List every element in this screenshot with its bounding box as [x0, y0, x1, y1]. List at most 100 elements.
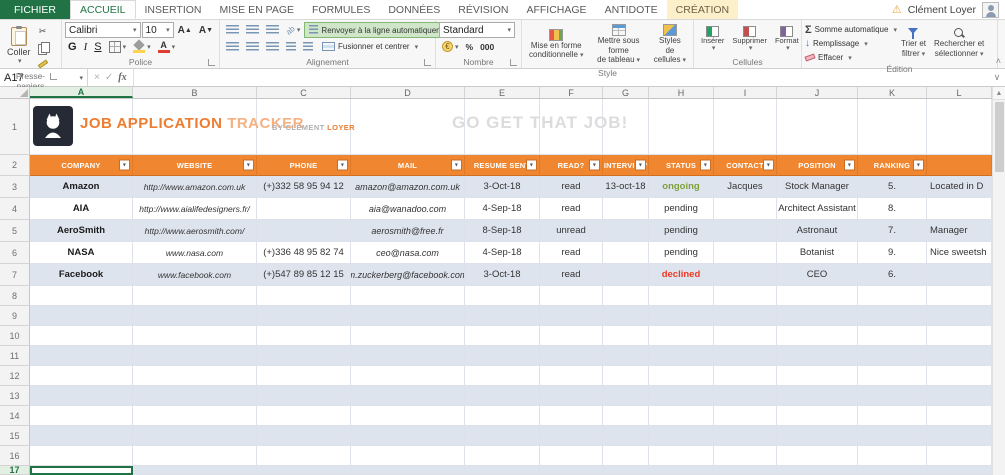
- column-header-D[interactable]: D: [351, 87, 465, 98]
- cell-F13[interactable]: [540, 386, 603, 406]
- cell-E4[interactable]: 4-Sep-18: [465, 198, 540, 220]
- cell-B11[interactable]: [133, 346, 257, 366]
- cell-K13[interactable]: [858, 386, 927, 406]
- filter-icon[interactable]: ▾: [589, 159, 600, 171]
- cell-D7[interactable]: m.zuckerberg@facebook.com: [351, 264, 465, 286]
- borders-button[interactable]: ▾: [106, 39, 130, 54]
- cell-A13[interactable]: [30, 386, 133, 406]
- cell-L11[interactable]: [927, 346, 992, 366]
- cell-F1[interactable]: [540, 99, 603, 155]
- header-cell-mail[interactable]: MAIL ▾: [351, 155, 465, 176]
- cell-H13[interactable]: [649, 386, 714, 406]
- cell-D17[interactable]: [351, 466, 465, 475]
- cell-I4[interactable]: [714, 198, 777, 220]
- cell-E12[interactable]: [465, 366, 540, 386]
- cell-J6[interactable]: Botanist: [777, 242, 858, 264]
- cell-L17[interactable]: [927, 466, 992, 475]
- user-name[interactable]: Clément Loyer: [908, 4, 976, 16]
- cell-C12[interactable]: [257, 366, 351, 386]
- cell-F15[interactable]: [540, 426, 603, 446]
- currency-button[interactable]: € ▾: [439, 39, 462, 54]
- tab-affichage[interactable]: AFFICHAGE: [517, 0, 595, 19]
- cell-L8[interactable]: [927, 286, 992, 306]
- cell-F4[interactable]: read: [540, 198, 603, 220]
- cell-K17[interactable]: [858, 466, 927, 475]
- insert-cells-button[interactable]: Insérer ▾: [697, 22, 728, 57]
- clear-button[interactable]: Effacer ▾: [804, 51, 897, 64]
- filter-icon[interactable]: ▾: [243, 159, 254, 171]
- cell-J17[interactable]: [777, 466, 858, 475]
- cell-I3[interactable]: Jacques: [714, 176, 777, 198]
- cell-A1[interactable]: [30, 99, 133, 155]
- scrollbar-thumb[interactable]: [995, 102, 1004, 172]
- cell-F14[interactable]: [540, 406, 603, 426]
- format-painter-button[interactable]: [35, 56, 51, 71]
- cell-C17[interactable]: [257, 466, 351, 475]
- cell-J10[interactable]: [777, 326, 858, 346]
- cell-H10[interactable]: [649, 326, 714, 346]
- cell-J4[interactable]: Architect Assistant: [777, 198, 858, 220]
- tab-formules[interactable]: FORMULES: [303, 0, 379, 19]
- cell-C6[interactable]: (+)336 48 95 82 74: [257, 242, 351, 264]
- cell-E6[interactable]: 4-Sep-18: [465, 242, 540, 264]
- cell-K12[interactable]: [858, 366, 927, 386]
- cell-F7[interactable]: read: [540, 264, 603, 286]
- cell-H6[interactable]: pending: [649, 242, 714, 264]
- cell-C15[interactable]: [257, 426, 351, 446]
- alignment-dialog-launcher[interactable]: [424, 59, 431, 66]
- number-format-select[interactable]: Standard ▾: [439, 22, 515, 38]
- font-size-select[interactable]: 10 ▾: [141, 22, 174, 38]
- cell-B9[interactable]: [133, 306, 257, 326]
- cell-B1[interactable]: [133, 99, 257, 155]
- underline-button[interactable]: S: [91, 39, 104, 54]
- cell-D13[interactable]: [351, 386, 465, 406]
- cell-K16[interactable]: [858, 446, 927, 466]
- cell-E13[interactable]: [465, 386, 540, 406]
- header-cell-ranking[interactable]: RANKING ▾: [858, 155, 927, 176]
- cell-A6[interactable]: NASA: [30, 242, 133, 264]
- row-header-8[interactable]: 8: [0, 286, 30, 306]
- cell-G14[interactable]: [603, 406, 649, 426]
- row-header-7[interactable]: 7: [0, 264, 30, 286]
- cell-L16[interactable]: [927, 446, 992, 466]
- cell-A16[interactable]: [30, 446, 133, 466]
- cell-D5[interactable]: aerosmith@free.fr: [351, 220, 465, 242]
- clipboard-dialog-launcher[interactable]: [50, 73, 57, 80]
- cell-D8[interactable]: [351, 286, 465, 306]
- cell-C13[interactable]: [257, 386, 351, 406]
- cell-G1[interactable]: [603, 99, 649, 155]
- cell-A5[interactable]: AeroSmith: [30, 220, 133, 242]
- cell-H11[interactable]: [649, 346, 714, 366]
- row-header-17[interactable]: 17: [0, 466, 30, 475]
- row-header-15[interactable]: 15: [0, 426, 30, 446]
- cell-H1[interactable]: [649, 99, 714, 155]
- cell-J3[interactable]: Stock Manager: [777, 176, 858, 198]
- cell-L9[interactable]: [927, 306, 992, 326]
- cell-B16[interactable]: [133, 446, 257, 466]
- column-header-C[interactable]: C: [257, 87, 351, 98]
- select-all-corner[interactable]: [0, 87, 30, 98]
- cell-G15[interactable]: [603, 426, 649, 446]
- row-header-2[interactable]: 2: [0, 155, 30, 176]
- cell-L15[interactable]: [927, 426, 992, 446]
- cell-E8[interactable]: [465, 286, 540, 306]
- cell-F17[interactable]: [540, 466, 603, 475]
- cell-H5[interactable]: pending: [649, 220, 714, 242]
- cell-K15[interactable]: [858, 426, 927, 446]
- cell-J1[interactable]: [777, 99, 858, 155]
- row-header-12[interactable]: 12: [0, 366, 30, 386]
- cell-E1[interactable]: [465, 99, 540, 155]
- cell-E9[interactable]: [465, 306, 540, 326]
- cell-L7[interactable]: [927, 264, 992, 286]
- filter-icon[interactable]: ▾: [700, 159, 711, 171]
- cell-B15[interactable]: [133, 426, 257, 446]
- user-account-icon[interactable]: [982, 1, 999, 18]
- align-right-button[interactable]: [263, 39, 282, 54]
- filter-icon[interactable]: ▾: [763, 159, 774, 171]
- cell-I15[interactable]: [714, 426, 777, 446]
- column-header-H[interactable]: H: [649, 87, 714, 98]
- column-header-A[interactable]: A: [30, 87, 133, 98]
- filter-icon[interactable]: ▾: [451, 159, 462, 171]
- cell-D15[interactable]: [351, 426, 465, 446]
- filter-icon[interactable]: ▾: [119, 159, 130, 171]
